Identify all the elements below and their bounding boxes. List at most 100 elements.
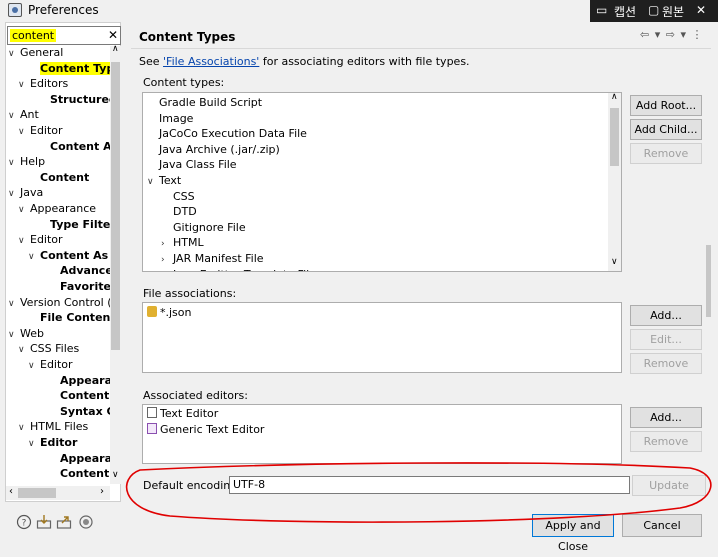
clear-filter-icon[interactable]: ✕ [108, 28, 118, 42]
content-type-item[interactable]: Java Class File [147, 157, 237, 172]
tree-item[interactable]: ∨ Appearance [18, 202, 96, 217]
tree-item[interactable]: ∨ Editor [28, 436, 77, 451]
scroll-up-icon[interactable]: ∧ [611, 92, 618, 102]
content-type-item[interactable]: Java Emitter Template File [161, 267, 316, 271]
expand-toggle-icon[interactable]: ∨ [18, 343, 30, 357]
expand-toggle-icon[interactable]: ∨ [8, 187, 20, 201]
tree-item[interactable]: Appeara [48, 452, 110, 467]
tree-item[interactable]: ∨ Ant [8, 108, 39, 123]
tree-item[interactable]: Appeara [48, 374, 110, 389]
caption-icon[interactable]: ▭ [596, 3, 607, 17]
content-types-tree[interactable]: Gradle Build Script Image JaCoCo Execution… [142, 92, 622, 272]
expand-toggle-icon[interactable]: ∨ [28, 437, 40, 451]
expand-toggle-icon[interactable]: ∨ [8, 297, 20, 311]
list-item[interactable]: Generic Text Editor [147, 422, 264, 437]
content-type-item[interactable]: DTD [161, 204, 197, 219]
content-type-item[interactable]: ∨ Text [147, 173, 181, 190]
expand-toggle-icon[interactable]: ∨ [8, 47, 20, 61]
edit-file-association-button[interactable]: Edit... [630, 329, 702, 350]
content-type-item[interactable]: JaCoCo Execution Data File [147, 126, 307, 141]
file-associations-link[interactable]: 'File Associations' [163, 55, 259, 68]
caption-label[interactable]: 캡션 [614, 3, 636, 20]
page-scrollbar-thumb[interactable] [706, 245, 711, 317]
expand-toggle-icon[interactable]: ∨ [18, 203, 30, 217]
expand-toggle-icon[interactable]: ∨ [147, 175, 159, 190]
tree-item[interactable]: Content [28, 171, 89, 186]
expand-toggle-icon[interactable]: ∨ [28, 250, 40, 264]
expand-toggle-icon[interactable]: ∨ [8, 109, 20, 123]
tree-item[interactable]: Content [48, 467, 109, 482]
content-type-item[interactable]: Gitignore File [161, 220, 246, 235]
tree-item[interactable]: ∨ CSS Files [18, 342, 79, 357]
add-editor-button[interactable]: Add... [630, 407, 702, 428]
help-icon[interactable]: ? [16, 514, 32, 530]
list-item[interactable]: *.json [147, 305, 192, 320]
import-icon[interactable] [36, 514, 52, 530]
tree-item[interactable]: ∨ Content As [28, 249, 108, 264]
file-associations-list[interactable]: *.json [142, 302, 622, 373]
tree-item[interactable]: Structured [38, 93, 110, 108]
default-encoding-label: Default encoding: [143, 479, 241, 492]
expand-toggle-icon[interactable]: ∨ [28, 359, 40, 373]
expand-toggle-icon[interactable]: ∨ [8, 156, 20, 170]
original-label[interactable]: 원본 [662, 3, 684, 20]
tree-item[interactable]: ∨ Editor [18, 124, 63, 139]
original-icon[interactable]: ▢ [648, 3, 659, 17]
content-type-item[interactable]: Gradle Build Script [147, 95, 262, 110]
scroll-right-icon[interactable]: › [100, 486, 104, 497]
tree-item[interactable]: ∨ Version Control ( [8, 296, 110, 311]
caption-overlay: ▭ 캡션 ▢ 원본 ✕ [590, 0, 718, 22]
apply-and-close-button[interactable]: Apply and Close [532, 514, 614, 553]
tree-item[interactable]: Content Types [28, 61, 110, 77]
content-type-item[interactable]: › JAR Manifest File [161, 251, 264, 268]
tree-item-label: Appeara [60, 451, 110, 465]
history-navigation[interactable]: ⇦ ▾ ⇨ ▾ ⋮ [640, 28, 703, 41]
tree-horizontal-scroll-thumb[interactable] [18, 488, 56, 498]
tree-item[interactable]: Advance [48, 264, 110, 279]
close-overlay-icon[interactable]: ✕ [696, 3, 706, 17]
default-encoding-field[interactable]: UTF-8 [229, 476, 630, 494]
scroll-down-icon[interactable]: ∨ [611, 257, 618, 267]
tree-item[interactable]: ∨ Editor [28, 358, 73, 373]
expand-toggle-icon[interactable]: ∨ [18, 125, 30, 139]
remove-file-association-button[interactable]: Remove [630, 353, 702, 374]
filter-input-value[interactable]: content [10, 29, 57, 42]
tree-item[interactable]: Content As [38, 140, 110, 155]
content-type-item[interactable]: › HTML [161, 235, 204, 252]
remove-editor-button[interactable]: Remove [630, 431, 702, 452]
add-root-button[interactable]: Add Root... [630, 95, 702, 116]
tree-item[interactable]: ∨ General [8, 46, 63, 61]
expand-toggle-icon[interactable]: ∨ [18, 78, 30, 92]
tree-item[interactable]: Content [48, 389, 109, 404]
tree-item[interactable]: ∨ Editor [18, 233, 63, 248]
expand-toggle-icon[interactable]: ∨ [8, 328, 20, 342]
content-types-scroll-thumb[interactable] [610, 108, 619, 166]
tree-item[interactable]: ∨ Web [8, 327, 44, 342]
update-encoding-button[interactable]: Update [632, 475, 706, 496]
list-item[interactable]: Text Editor [147, 406, 218, 421]
tree-item[interactable]: File Content [28, 311, 110, 326]
scroll-up-icon[interactable]: ∧ [112, 44, 119, 54]
tree-item[interactable]: ∨ HTML Files [18, 420, 88, 435]
remove-content-type-button[interactable]: Remove [630, 143, 702, 164]
cancel-button[interactable]: Cancel [622, 514, 702, 537]
expand-toggle-icon[interactable]: ∨ [18, 234, 30, 248]
scroll-left-icon[interactable]: ‹ [9, 486, 13, 497]
tree-item[interactable]: Type Filters [38, 218, 110, 233]
tree-vertical-scroll-thumb[interactable] [111, 62, 120, 350]
content-type-item[interactable]: Java Archive (.jar/.zip) [147, 142, 280, 157]
export-icon[interactable] [56, 514, 72, 530]
content-type-item[interactable]: Image [147, 111, 193, 126]
tree-item[interactable]: ∨ Java [8, 186, 43, 201]
add-child-button[interactable]: Add Child... [630, 119, 702, 140]
tree-item[interactable]: Syntax C [48, 405, 110, 420]
add-file-association-button[interactable]: Add... [630, 305, 702, 326]
content-type-item[interactable]: CSS [161, 189, 195, 204]
tree-item[interactable]: ∨ Help [8, 155, 45, 170]
associated-editors-list[interactable]: Text Editor Generic Text Editor [142, 404, 622, 464]
expand-toggle-icon[interactable]: ∨ [18, 421, 30, 435]
record-icon[interactable] [78, 514, 94, 530]
tree-item[interactable]: Favorites [48, 280, 110, 295]
scroll-down-icon[interactable]: ∨ [112, 470, 119, 480]
tree-item[interactable]: ∨ Editors [18, 77, 68, 92]
